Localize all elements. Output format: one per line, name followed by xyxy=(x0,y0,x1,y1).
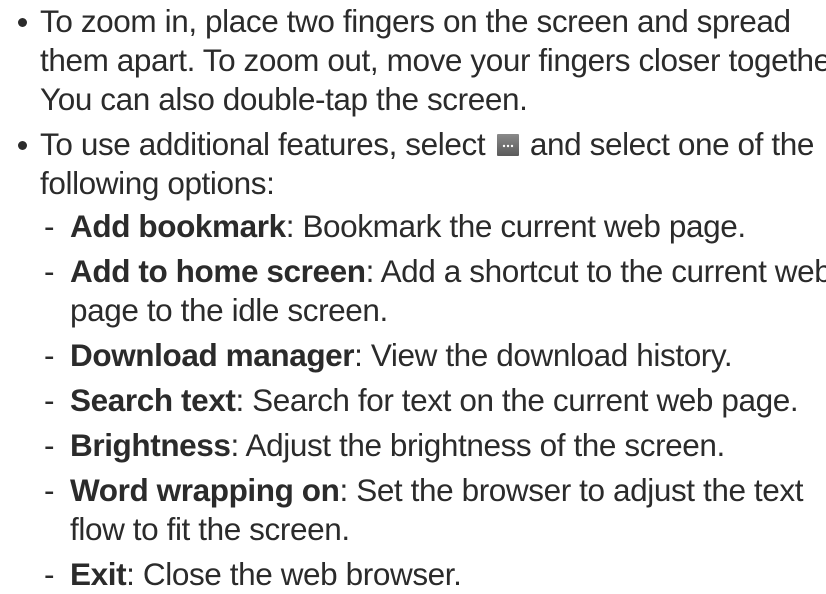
dash-marker: - xyxy=(44,472,55,508)
dash-marker: - xyxy=(44,208,55,244)
option-desc: : Adjust the brightness of the screen. xyxy=(230,427,726,463)
option-name: Brightness xyxy=(70,427,231,463)
option-brightness: - Brightness: Adjust the brightness of t… xyxy=(40,426,826,465)
zoom-text-line-3: You can also double-tap the screen. xyxy=(40,81,528,117)
dash-marker: - xyxy=(44,382,55,418)
bullet-dot xyxy=(18,141,27,150)
more-options-icon xyxy=(496,134,519,156)
features-text-after-icon: and select one of the xyxy=(529,126,814,162)
options-list: - Add bookmark: Bookmark the current web… xyxy=(40,207,826,594)
option-name: Exit xyxy=(70,556,127,592)
option-add-bookmark: - Add bookmark: Bookmark the current web… xyxy=(40,207,826,246)
option-name: Download manager xyxy=(70,337,355,373)
dash-marker: - xyxy=(44,253,55,289)
option-add-to-home-screen: - Add to home screen: Add a shortcut to … xyxy=(40,252,826,330)
dash-marker: - xyxy=(44,556,55,592)
option-desc-continued: flow to fit the screen. xyxy=(70,511,350,547)
option-desc-continued: page to the idle screen. xyxy=(70,292,388,328)
option-desc: : Bookmark the current web page. xyxy=(285,208,746,244)
option-desc: : Set the browser to adjust the text xyxy=(339,472,804,508)
zoom-text-line-2: them apart. To zoom out, move your finge… xyxy=(40,42,826,78)
option-desc: : View the download history. xyxy=(354,337,733,373)
option-word-wrapping: - Word wrapping on: Set the browser to a… xyxy=(40,471,826,549)
option-name: Add to home screen xyxy=(70,253,366,289)
zoom-text-line-1: To zoom in, place two fingers on the scr… xyxy=(40,3,791,39)
option-desc: : Search for text on the current web pag… xyxy=(235,382,799,418)
option-exit: - Exit: Close the web browser. xyxy=(40,555,826,594)
features-text-line-2: following options: xyxy=(40,165,275,201)
features-text-before-icon: To use additional features, select xyxy=(40,126,486,162)
dash-marker: - xyxy=(44,427,55,463)
option-download-manager: - Download manager: View the download hi… xyxy=(40,336,826,375)
option-name: Word wrapping on xyxy=(70,472,340,508)
option-desc: : Add a shortcut to the current web xyxy=(365,253,826,289)
option-search-text: - Search text: Search for text on the cu… xyxy=(40,381,826,420)
manual-page: To zoom in, place two fingers on the scr… xyxy=(0,0,826,592)
option-name: Add bookmark xyxy=(70,208,286,244)
bullet-additional-features: To use additional features, select and s… xyxy=(10,125,826,594)
features-text-line-1: To use additional features, select and s… xyxy=(40,125,826,164)
bullet-dot xyxy=(18,18,27,27)
option-name: Search text xyxy=(70,382,236,418)
bullet-zoom: To zoom in, place two fingers on the scr… xyxy=(10,2,826,119)
dash-marker: - xyxy=(44,337,55,373)
option-desc: : Close the web browser. xyxy=(126,556,462,592)
